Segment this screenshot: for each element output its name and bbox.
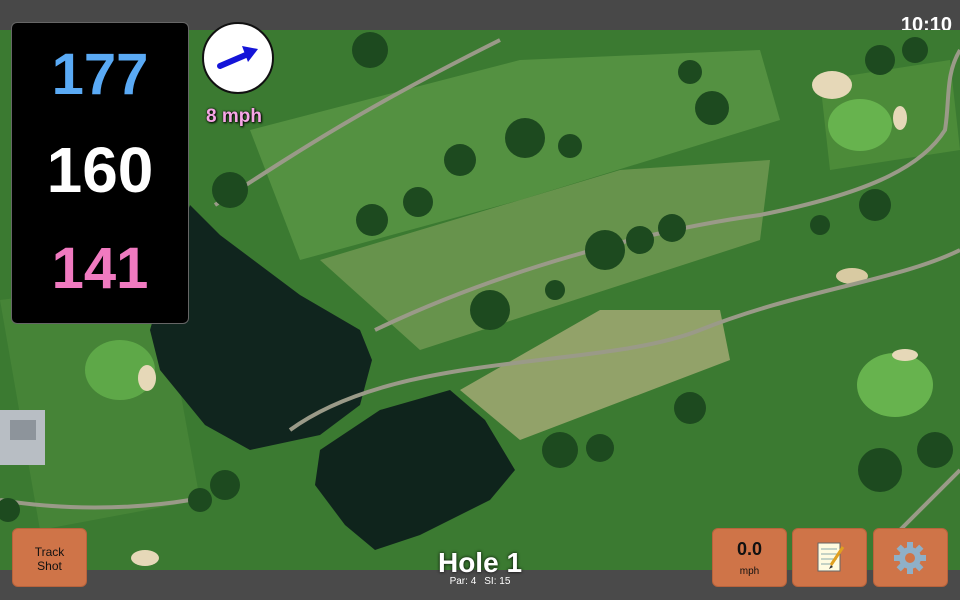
yardage-panel: 177 160 141 — [11, 22, 189, 324]
notes-button[interactable] — [792, 528, 867, 587]
arrow-icon — [217, 46, 258, 69]
stroke-index-label: SI: 15 — [484, 576, 511, 587]
gear-icon — [894, 542, 926, 574]
back-yardage: 177 — [51, 42, 149, 107]
wind-speed: 8 mph — [206, 106, 262, 127]
settings-button[interactable] — [873, 528, 948, 587]
notepad-icon — [817, 542, 845, 572]
par-label: Par: 4 — [449, 576, 477, 587]
speed-value: 0.0 — [736, 539, 763, 559]
middle-yardage: 160 — [46, 134, 154, 206]
speed-button[interactable]: 0.0 mph — [712, 528, 787, 587]
wind-indicator[interactable] — [202, 22, 274, 94]
speed-unit: mph — [739, 566, 760, 577]
front-yardage: 141 — [51, 236, 149, 301]
